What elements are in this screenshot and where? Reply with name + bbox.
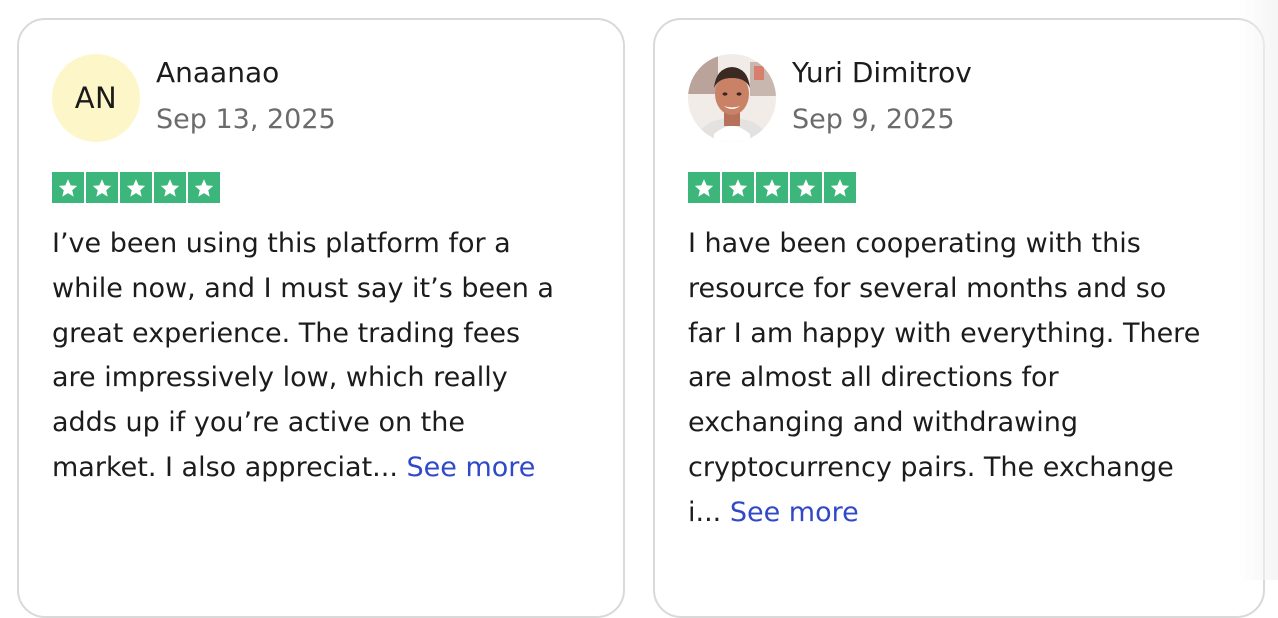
star-rating (688, 172, 856, 203)
review-text: I’ve been using this platform for a whil… (52, 222, 607, 491)
avatar-initials: AN (74, 81, 118, 115)
review-body: I have been cooperating with this resour… (688, 228, 1201, 528)
profile-photo-icon (688, 54, 776, 142)
reviewer-name: Anaanao (156, 56, 280, 89)
review-card: Yuri Dimitrov Sep 9, 2025 I have been co… (653, 18, 1265, 618)
star-icon (824, 172, 856, 203)
star-icon (120, 172, 152, 203)
reviewer-name: Yuri Dimitrov (792, 56, 972, 89)
review-card: AN Anaanao Sep 13, 2025 I’ve been using … (17, 18, 625, 618)
star-icon (86, 172, 118, 203)
star-icon (790, 172, 822, 203)
avatar: AN (52, 54, 140, 142)
star-icon (52, 172, 84, 203)
avatar (688, 54, 776, 142)
see-more-link[interactable]: See more (730, 497, 859, 528)
review-body: I’ve been using this platform for a whil… (52, 228, 554, 483)
star-icon (688, 172, 720, 203)
review-date: Sep 9, 2025 (792, 104, 955, 135)
star-icon (756, 172, 788, 203)
star-rating (52, 172, 220, 203)
star-icon (154, 172, 186, 203)
star-icon (188, 172, 220, 203)
star-icon (722, 172, 754, 203)
review-text: I have been cooperating with this resour… (688, 222, 1243, 536)
see-more-link[interactable]: See more (407, 452, 536, 483)
review-date: Sep 13, 2025 (156, 104, 336, 135)
